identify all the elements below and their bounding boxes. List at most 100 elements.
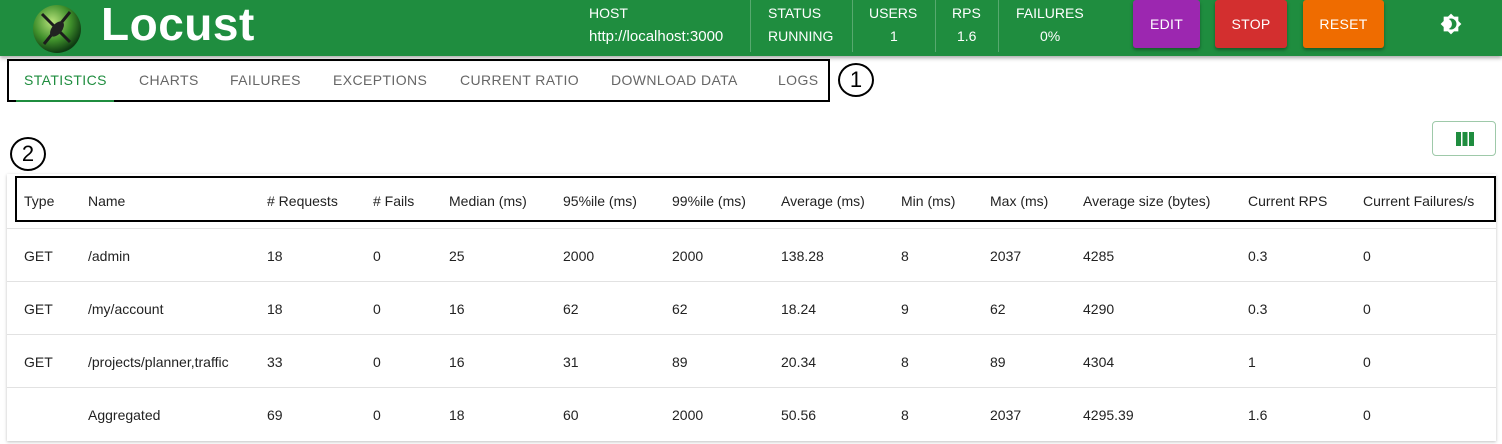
table-cell: 4295.39 <box>1083 407 1134 423</box>
users-value: 1 <box>890 28 898 44</box>
row-divider <box>7 228 1496 229</box>
table-cell: 2037 <box>990 407 1022 423</box>
table-cell: 16 <box>449 301 465 317</box>
tab-logs[interactable]: LOGS <box>778 72 819 88</box>
table-cell: 4285 <box>1083 248 1115 264</box>
table-cell: 8 <box>901 354 909 370</box>
table-cell: 4304 <box>1083 354 1115 370</box>
table-cell: 2000 <box>563 248 595 264</box>
table-cell: GET <box>24 301 53 317</box>
table-cell: 60 <box>563 407 579 423</box>
column-header[interactable]: # Fails <box>373 193 414 209</box>
table-cell: 18 <box>267 301 283 317</box>
row-divider <box>7 387 1496 388</box>
table-cell: 20.34 <box>781 354 817 370</box>
table-cell: 2000 <box>672 248 704 264</box>
table-cell: 62 <box>990 301 1006 317</box>
table-cell: 0.3 <box>1248 248 1268 264</box>
divider <box>852 0 853 52</box>
column-header[interactable]: Type <box>24 193 54 209</box>
column-header[interactable]: # Requests <box>267 193 338 209</box>
brand-title: Locust <box>101 0 255 50</box>
table-cell: 18 <box>267 248 283 264</box>
table-cell: 31 <box>563 354 579 370</box>
users-label: USERS <box>869 5 918 21</box>
table-cell: GET <box>24 354 53 370</box>
locust-logo-icon <box>33 5 81 53</box>
callout-marker-2: 2 <box>10 137 46 171</box>
reset-button[interactable]: RESET <box>1303 0 1384 48</box>
table-cell: 2037 <box>990 248 1022 264</box>
table-cell: 0 <box>373 354 381 370</box>
failures-value: 0% <box>1040 28 1061 44</box>
host-label: HOST <box>589 5 628 21</box>
column-header[interactable]: Current Failures/s <box>1363 193 1474 209</box>
divider <box>935 0 936 52</box>
table-cell: 0 <box>373 301 381 317</box>
status-label: STATUS <box>768 5 822 21</box>
rps-label: RPS <box>952 5 981 21</box>
table-cell: 62 <box>563 301 579 317</box>
column-header[interactable]: Current RPS <box>1248 193 1327 209</box>
tab-charts[interactable]: CHARTS <box>139 72 199 88</box>
column-header[interactable]: 95%ile (ms) <box>563 193 637 209</box>
column-header[interactable]: Max (ms) <box>990 193 1048 209</box>
table-cell: 0 <box>1363 248 1371 264</box>
table-cell: 0 <box>1363 407 1371 423</box>
tab-download-data[interactable]: DOWNLOAD DATA <box>611 72 738 88</box>
stop-button[interactable]: STOP <box>1215 0 1287 48</box>
column-header[interactable]: Name <box>88 193 125 209</box>
divider <box>750 0 751 52</box>
table-cell: /admin <box>88 248 131 264</box>
top-bar: Locust HOST http://localhost:3000 STATUS… <box>0 0 1502 56</box>
column-header[interactable]: Min (ms) <box>901 193 955 209</box>
row-divider <box>7 334 1496 335</box>
table-cell: 9 <box>901 301 909 317</box>
table-cell: 0 <box>1363 301 1371 317</box>
callout-marker-1: 1 <box>838 63 874 97</box>
table-cell: /projects/planner,traffic <box>88 354 229 370</box>
brightness-icon[interactable] <box>1440 13 1462 35</box>
view-column-icon <box>1456 132 1474 146</box>
rps-value: 1.6 <box>957 28 977 44</box>
table-cell: 50.56 <box>781 407 817 423</box>
host-value: http://localhost:3000 <box>589 28 724 45</box>
table-cell: 89 <box>990 354 1006 370</box>
table-cell: 16 <box>449 354 465 370</box>
table-cell: 89 <box>672 354 688 370</box>
tab-statistics[interactable]: STATISTICS <box>24 72 107 88</box>
table-cell: 18.24 <box>781 301 817 317</box>
row-divider <box>7 281 1496 282</box>
column-selector-button[interactable] <box>1432 121 1496 156</box>
table-cell: GET <box>24 248 53 264</box>
column-header[interactable]: Median (ms) <box>449 193 527 209</box>
table-cell: Aggregated <box>88 407 161 423</box>
tab-failures[interactable]: FAILURES <box>230 72 301 88</box>
tab-exceptions[interactable]: EXCEPTIONS <box>333 72 427 88</box>
status-value: RUNNING <box>768 28 834 44</box>
table-cell: 62 <box>672 301 688 317</box>
tab-current-ratio[interactable]: CURRENT RATIO <box>460 72 579 88</box>
table-cell: 138.28 <box>781 248 824 264</box>
table-cell: 0 <box>373 407 381 423</box>
table-cell: 8 <box>901 407 909 423</box>
table-cell: 8 <box>901 248 909 264</box>
active-tab-indicator <box>16 100 114 102</box>
table-cell: 0.3 <box>1248 301 1268 317</box>
failures-label: FAILURES <box>1016 5 1084 21</box>
table-cell: 69 <box>267 407 283 423</box>
table-cell: /my/account <box>88 301 164 317</box>
table-cell: 1 <box>1248 354 1256 370</box>
edit-button[interactable]: EDIT <box>1133 0 1200 48</box>
table-cell: 18 <box>449 407 465 423</box>
table-cell: 0 <box>373 248 381 264</box>
column-header[interactable]: Average size (bytes) <box>1083 193 1210 209</box>
table-cell: 1.6 <box>1248 407 1268 423</box>
divider <box>998 0 999 52</box>
table-cell: 0 <box>1363 354 1371 370</box>
table-cell: 2000 <box>672 407 704 423</box>
column-header[interactable]: Average (ms) <box>781 193 865 209</box>
column-header[interactable]: 99%ile (ms) <box>672 193 746 209</box>
table-cell: 25 <box>449 248 465 264</box>
table-cell: 4290 <box>1083 301 1115 317</box>
